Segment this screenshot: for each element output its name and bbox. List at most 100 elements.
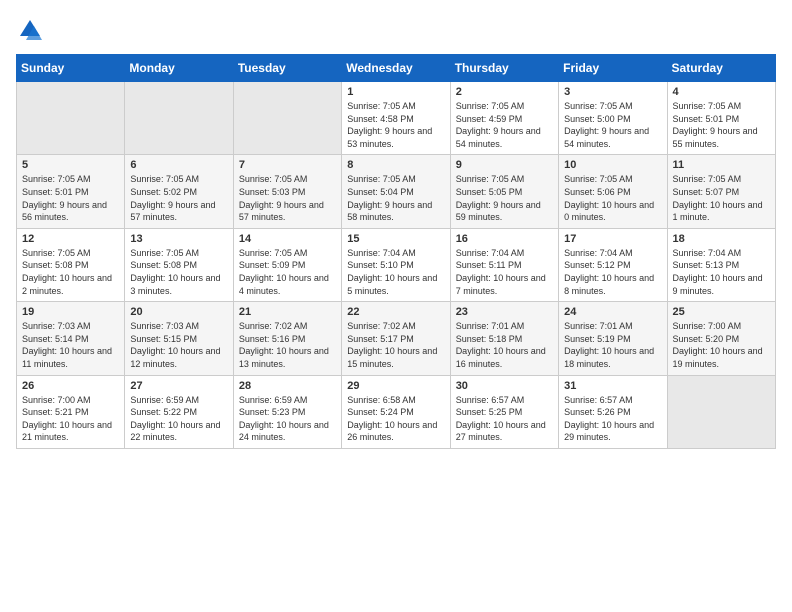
- day-number: 2: [456, 86, 553, 98]
- day-cell: 13 Sunrise: 7:05 AM Sunset: 5:08 PM Dayli…: [125, 228, 233, 301]
- day-info: Sunrise: 7:04 AM Sunset: 5:13 PM Dayligh…: [673, 247, 770, 297]
- column-header-wednesday: Wednesday: [342, 55, 450, 82]
- day-number: 29: [347, 380, 444, 392]
- day-number: 18: [673, 233, 770, 245]
- day-info: Sunrise: 7:05 AM Sunset: 5:02 PM Dayligh…: [130, 173, 227, 223]
- logo: [16, 16, 48, 44]
- day-cell: 26 Sunrise: 7:00 AM Sunset: 5:21 PM Dayli…: [17, 375, 125, 448]
- day-info: Sunrise: 7:05 AM Sunset: 5:08 PM Dayligh…: [130, 247, 227, 297]
- day-cell: 2 Sunrise: 7:05 AM Sunset: 4:59 PM Daylig…: [450, 82, 558, 155]
- day-info: Sunrise: 7:00 AM Sunset: 5:20 PM Dayligh…: [673, 320, 770, 370]
- column-header-monday: Monday: [125, 55, 233, 82]
- day-cell: 19 Sunrise: 7:03 AM Sunset: 5:14 PM Dayli…: [17, 302, 125, 375]
- week-row-3: 12 Sunrise: 7:05 AM Sunset: 5:08 PM Dayli…: [17, 228, 776, 301]
- day-number: 6: [130, 159, 227, 171]
- day-cell: 12 Sunrise: 7:05 AM Sunset: 5:08 PM Dayli…: [17, 228, 125, 301]
- day-info: Sunrise: 7:01 AM Sunset: 5:18 PM Dayligh…: [456, 320, 553, 370]
- day-cell: 10 Sunrise: 7:05 AM Sunset: 5:06 PM Dayli…: [559, 155, 667, 228]
- day-info: Sunrise: 6:59 AM Sunset: 5:23 PM Dayligh…: [239, 394, 336, 444]
- day-info: Sunrise: 7:05 AM Sunset: 5:06 PM Dayligh…: [564, 173, 661, 223]
- day-number: 27: [130, 380, 227, 392]
- column-header-friday: Friday: [559, 55, 667, 82]
- day-info: Sunrise: 7:03 AM Sunset: 5:14 PM Dayligh…: [22, 320, 119, 370]
- day-cell: 5 Sunrise: 7:05 AM Sunset: 5:01 PM Daylig…: [17, 155, 125, 228]
- day-cell: 1 Sunrise: 7:05 AM Sunset: 4:58 PM Daylig…: [342, 82, 450, 155]
- day-number: 23: [456, 306, 553, 318]
- column-header-thursday: Thursday: [450, 55, 558, 82]
- day-cell: 31 Sunrise: 6:57 AM Sunset: 5:26 PM Dayli…: [559, 375, 667, 448]
- day-cell: [667, 375, 775, 448]
- day-cell: 16 Sunrise: 7:04 AM Sunset: 5:11 PM Dayli…: [450, 228, 558, 301]
- day-info: Sunrise: 6:59 AM Sunset: 5:22 PM Dayligh…: [130, 394, 227, 444]
- day-cell: 3Sunrise: 7:05 AM Sunset: 5:00 PM Daylig…: [559, 82, 667, 155]
- day-number: 25: [673, 306, 770, 318]
- day-info: Sunrise: 7:00 AM Sunset: 5:21 PM Dayligh…: [22, 394, 119, 444]
- day-cell: 29Sunrise: 6:58 AM Sunset: 5:24 PM Dayli…: [342, 375, 450, 448]
- day-info: Sunrise: 7:05 AM Sunset: 5:01 PM Dayligh…: [673, 100, 770, 150]
- day-cell: 28 Sunrise: 6:59 AM Sunset: 5:23 PM Dayli…: [233, 375, 341, 448]
- day-number: 21: [239, 306, 336, 318]
- day-info: Sunrise: 7:05 AM Sunset: 4:58 PM Dayligh…: [347, 100, 444, 150]
- day-info: Sunrise: 7:04 AM Sunset: 5:12 PM Dayligh…: [564, 247, 661, 297]
- day-number: 10: [564, 159, 661, 171]
- day-cell: 7 Sunrise: 7:05 AM Sunset: 5:03 PM Daylig…: [233, 155, 341, 228]
- day-cell: 25 Sunrise: 7:00 AM Sunset: 5:20 PM Dayli…: [667, 302, 775, 375]
- day-number: 30: [456, 380, 553, 392]
- day-info: Sunrise: 6:57 AM Sunset: 5:26 PM Dayligh…: [564, 394, 661, 444]
- day-info: Sunrise: 7:05 AM Sunset: 4:59 PM Dayligh…: [456, 100, 553, 150]
- day-info: Sunrise: 7:05 AM Sunset: 5:00 PM Dayligh…: [564, 100, 661, 150]
- day-cell: 15Sunrise: 7:04 AM Sunset: 5:10 PM Dayli…: [342, 228, 450, 301]
- day-number: 13: [130, 233, 227, 245]
- day-cell: 30 Sunrise: 6:57 AM Sunset: 5:25 PM Dayli…: [450, 375, 558, 448]
- day-info: Sunrise: 7:05 AM Sunset: 5:08 PM Dayligh…: [22, 247, 119, 297]
- column-header-tuesday: Tuesday: [233, 55, 341, 82]
- day-info: Sunrise: 7:02 AM Sunset: 5:17 PM Dayligh…: [347, 320, 444, 370]
- day-cell: 23 Sunrise: 7:01 AM Sunset: 5:18 PM Dayli…: [450, 302, 558, 375]
- day-cell: [125, 82, 233, 155]
- day-number: 20: [130, 306, 227, 318]
- day-info: Sunrise: 7:05 AM Sunset: 5:03 PM Dayligh…: [239, 173, 336, 223]
- day-cell: 17Sunrise: 7:04 AM Sunset: 5:12 PM Dayli…: [559, 228, 667, 301]
- logo-icon: [16, 16, 44, 44]
- day-cell: 18 Sunrise: 7:04 AM Sunset: 5:13 PM Dayli…: [667, 228, 775, 301]
- day-number: 5: [22, 159, 119, 171]
- day-info: Sunrise: 7:02 AM Sunset: 5:16 PM Dayligh…: [239, 320, 336, 370]
- day-number: 19: [22, 306, 119, 318]
- week-row-4: 19 Sunrise: 7:03 AM Sunset: 5:14 PM Dayli…: [17, 302, 776, 375]
- day-cell: [233, 82, 341, 155]
- day-number: 14: [239, 233, 336, 245]
- day-cell: 9 Sunrise: 7:05 AM Sunset: 5:05 PM Daylig…: [450, 155, 558, 228]
- day-number: 9: [456, 159, 553, 171]
- calendar-table: SundayMondayTuesdayWednesdayThursdayFrid…: [16, 54, 776, 449]
- day-number: 8: [347, 159, 444, 171]
- day-cell: 8 Sunrise: 7:05 AM Sunset: 5:04 PM Daylig…: [342, 155, 450, 228]
- day-number: 28: [239, 380, 336, 392]
- day-cell: 24Sunrise: 7:01 AM Sunset: 5:19 PM Dayli…: [559, 302, 667, 375]
- day-number: 31: [564, 380, 661, 392]
- week-row-5: 26 Sunrise: 7:00 AM Sunset: 5:21 PM Dayli…: [17, 375, 776, 448]
- day-cell: 20 Sunrise: 7:03 AM Sunset: 5:15 PM Dayli…: [125, 302, 233, 375]
- day-info: Sunrise: 7:05 AM Sunset: 5:07 PM Dayligh…: [673, 173, 770, 223]
- day-info: Sunrise: 7:04 AM Sunset: 5:11 PM Dayligh…: [456, 247, 553, 297]
- week-row-1: 1 Sunrise: 7:05 AM Sunset: 4:58 PM Daylig…: [17, 82, 776, 155]
- day-cell: 22Sunrise: 7:02 AM Sunset: 5:17 PM Dayli…: [342, 302, 450, 375]
- day-number: 24: [564, 306, 661, 318]
- day-info: Sunrise: 7:05 AM Sunset: 5:05 PM Dayligh…: [456, 173, 553, 223]
- day-number: 7: [239, 159, 336, 171]
- week-row-2: 5 Sunrise: 7:05 AM Sunset: 5:01 PM Daylig…: [17, 155, 776, 228]
- day-number: 16: [456, 233, 553, 245]
- day-number: 26: [22, 380, 119, 392]
- day-info: Sunrise: 7:03 AM Sunset: 5:15 PM Dayligh…: [130, 320, 227, 370]
- column-header-sunday: Sunday: [17, 55, 125, 82]
- day-info: Sunrise: 7:05 AM Sunset: 5:04 PM Dayligh…: [347, 173, 444, 223]
- calendar-header-row: SundayMondayTuesdayWednesdayThursdayFrid…: [17, 55, 776, 82]
- day-cell: 6 Sunrise: 7:05 AM Sunset: 5:02 PM Daylig…: [125, 155, 233, 228]
- column-header-saturday: Saturday: [667, 55, 775, 82]
- day-number: 12: [22, 233, 119, 245]
- day-info: Sunrise: 7:05 AM Sunset: 5:09 PM Dayligh…: [239, 247, 336, 297]
- day-cell: 11Sunrise: 7:05 AM Sunset: 5:07 PM Dayli…: [667, 155, 775, 228]
- day-number: 1: [347, 86, 444, 98]
- day-info: Sunrise: 6:57 AM Sunset: 5:25 PM Dayligh…: [456, 394, 553, 444]
- day-cell: 21 Sunrise: 7:02 AM Sunset: 5:16 PM Dayli…: [233, 302, 341, 375]
- day-info: Sunrise: 7:05 AM Sunset: 5:01 PM Dayligh…: [22, 173, 119, 223]
